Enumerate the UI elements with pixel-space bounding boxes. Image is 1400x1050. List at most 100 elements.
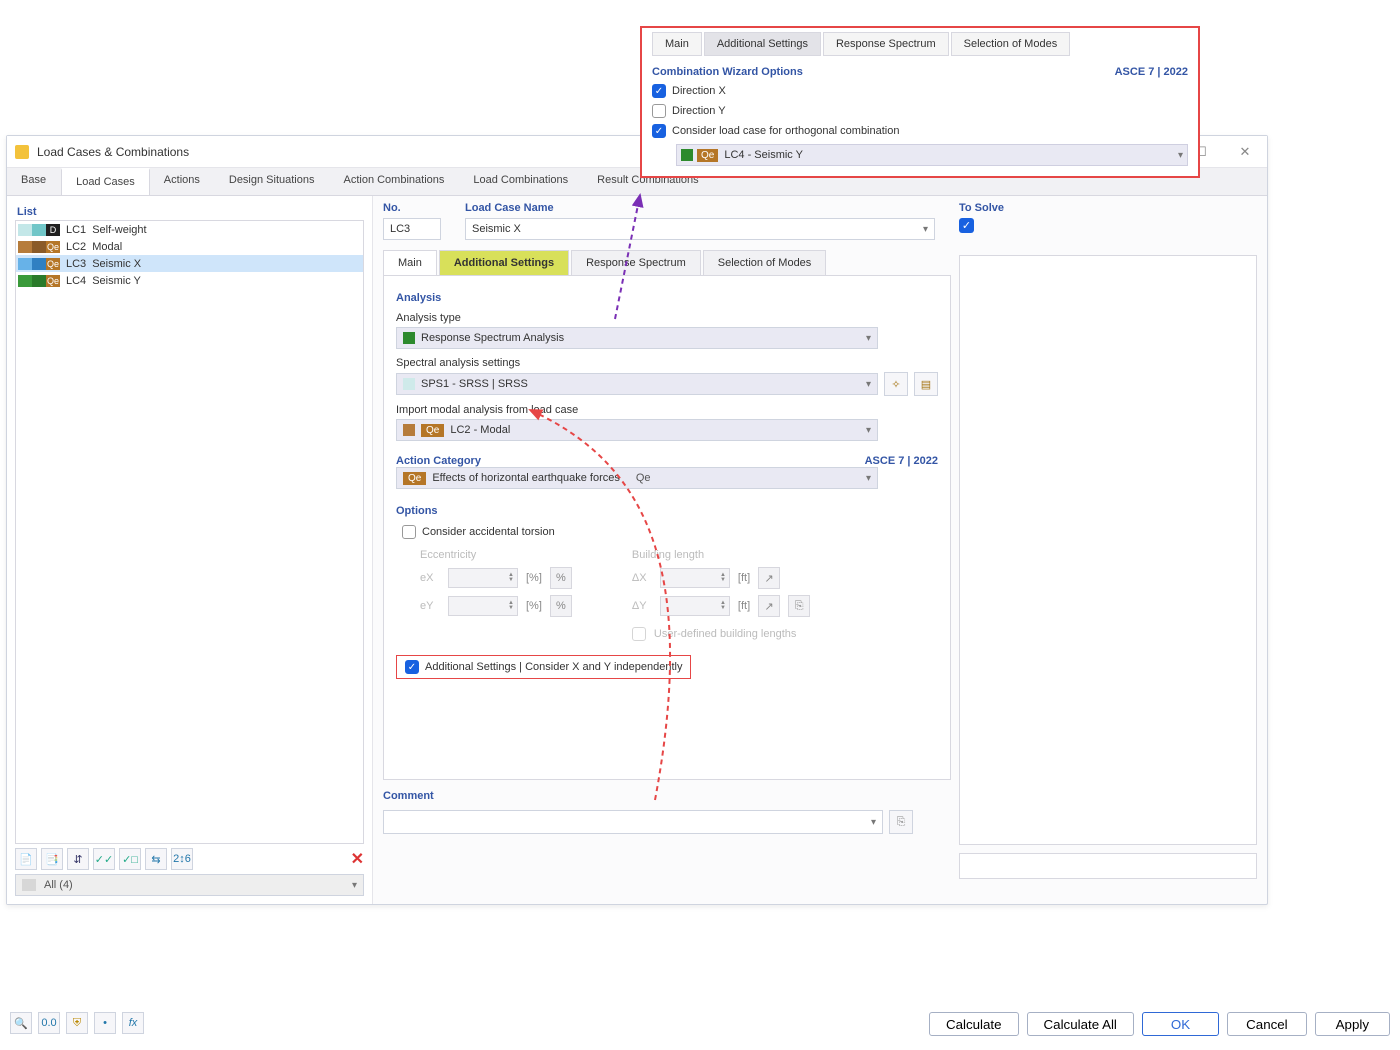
loadcase-list[interactable]: D LC1 Self-weight Qe LC2 Modal Qe LC3 Se…	[15, 220, 364, 844]
window-close-icon[interactable]: ✕	[1231, 144, 1259, 160]
label-building-length: Building length	[632, 549, 810, 561]
inner-tab-response[interactable]: Response Spectrum	[571, 250, 701, 275]
section-comment: Comment	[383, 790, 951, 802]
field-no[interactable]: LC3	[383, 218, 441, 240]
toolbar-uncheck-icon[interactable]: ✓□	[119, 848, 141, 870]
footer-dot-icon[interactable]: •	[94, 1012, 116, 1034]
list-item[interactable]: D LC1 Self-weight	[16, 221, 363, 238]
checkbox-torsion[interactable]	[402, 525, 416, 539]
list-item-id: LC3	[66, 258, 86, 270]
calculate-all-button[interactable]: Calculate All	[1027, 1012, 1134, 1036]
list-item-id: LC1	[66, 224, 86, 236]
toolbar-copy-icon[interactable]: 📑	[41, 848, 63, 870]
comment-edit-icon[interactable]: ⎘	[889, 810, 913, 834]
unit-pct: [%]	[526, 600, 542, 612]
preview-panel	[959, 255, 1257, 845]
label-analysis-type: Analysis type	[396, 312, 938, 324]
chevron-down-icon: ▾	[866, 333, 871, 344]
checkbox-direction-y[interactable]	[652, 104, 666, 118]
tab-action-combinations[interactable]: Action Combinations	[329, 168, 459, 195]
pick-x-icon[interactable]: ↗	[758, 567, 780, 589]
list-item-id: LC2	[66, 241, 86, 253]
label-dx: ΔX	[632, 572, 652, 584]
pick-y-icon[interactable]: ↗	[758, 595, 780, 617]
footer-units-icon[interactable]: 0.0	[38, 1012, 60, 1034]
chevron-down-icon: ▾	[866, 473, 871, 484]
callout-tab-main[interactable]: Main	[652, 32, 702, 56]
highlight-additional-xy: ✓ Additional Settings | Consider X and Y…	[396, 655, 691, 679]
section-options: Options	[396, 505, 938, 517]
chevron-down-icon: ▾	[866, 379, 871, 390]
chevron-down-icon: ▾	[923, 224, 928, 235]
dropdown-analysis-type[interactable]: Response Spectrum Analysis ▾	[396, 327, 878, 349]
input-dy[interactable]: ▲▼	[660, 596, 730, 616]
list-item[interactable]: Qe LC3 Seismic X	[16, 255, 363, 272]
swatch-icon	[403, 378, 415, 390]
percent-icon[interactable]: %	[550, 567, 572, 589]
callout-tab-modes[interactable]: Selection of Modes	[951, 32, 1071, 56]
tab-load-cases[interactable]: Load Cases	[61, 168, 150, 195]
checkbox-direction-x[interactable]: ✓	[652, 84, 666, 98]
label-ey: eY	[420, 600, 440, 612]
inner-tab-modes[interactable]: Selection of Modes	[703, 250, 827, 275]
input-ey[interactable]: ▲▼	[448, 596, 518, 616]
label-spectral: Spectral analysis settings	[396, 357, 938, 369]
unit-ft: [ft]	[738, 600, 750, 612]
inner-tab-main[interactable]: Main	[383, 250, 437, 275]
inner-tab-additional[interactable]: Additional Settings	[439, 250, 569, 275]
copy-lengths-icon[interactable]: ⎘	[788, 595, 810, 617]
label-orthogonal: Consider load case for orthogonal combin…	[672, 125, 899, 137]
callout-tab-additional[interactable]: Additional Settings	[704, 32, 821, 56]
qe-tag: Qe	[403, 472, 426, 485]
checkbox-userdef[interactable]	[632, 627, 646, 641]
toolbar-sort-icon[interactable]: ⇆	[145, 848, 167, 870]
checkbox-orthogonal[interactable]: ✓	[652, 124, 666, 138]
toolbar-new-icon[interactable]: 📄	[15, 848, 37, 870]
checkbox-xy-independent[interactable]: ✓	[405, 660, 419, 674]
checkbox-to-solve[interactable]: ✓	[959, 218, 974, 233]
dropdown-spectral[interactable]: SPS1 - SRSS | SRSS ▾	[396, 373, 878, 395]
callout-tab-response[interactable]: Response Spectrum	[823, 32, 949, 56]
input-dx[interactable]: ▲▼	[660, 568, 730, 588]
filter-dropdown[interactable]: All (4) ▾	[15, 874, 364, 896]
toolbar-check-all-icon[interactable]: ✓✓	[93, 848, 115, 870]
comment-input[interactable]: ▾	[383, 810, 883, 834]
cancel-button[interactable]: Cancel	[1227, 1012, 1307, 1036]
qe-tag: Qe	[697, 149, 718, 162]
list-item-name: Seismic X	[92, 258, 141, 270]
field-name[interactable]: Seismic X ▾	[465, 218, 935, 240]
footer-fx-icon[interactable]: fx	[122, 1012, 144, 1034]
new-spectral-icon[interactable]: ✧	[884, 372, 908, 396]
filter-swatch-icon	[22, 879, 36, 891]
list-item[interactable]: Qe LC2 Modal	[16, 238, 363, 255]
tab-base[interactable]: Base	[7, 168, 61, 195]
footer-search-icon[interactable]: 🔍	[10, 1012, 32, 1034]
label-ex: eX	[420, 572, 440, 584]
percent-icon[interactable]: %	[550, 595, 572, 617]
input-ex[interactable]: ▲▼	[448, 568, 518, 588]
orthogonal-value: LC4 - Seismic Y	[724, 149, 803, 161]
filter-label: All (4)	[44, 879, 73, 891]
toolbar-number-icon[interactable]: ⇵	[67, 848, 89, 870]
footer-standard-icon[interactable]: ⛨	[66, 1012, 88, 1034]
dropdown-action-category[interactable]: Qe Effects of horizontal earthquake forc…	[396, 467, 878, 489]
label-direction-y: Direction Y	[672, 105, 726, 117]
label-xy-independent: Additional Settings | Consider X and Y i…	[425, 661, 682, 673]
tab-design-situations[interactable]: Design Situations	[215, 168, 330, 195]
orthogonal-dropdown[interactable]: Qe LC4 - Seismic Y ▾	[676, 144, 1188, 166]
edit-spectral-icon[interactable]: ▤	[914, 372, 938, 396]
ok-button[interactable]: OK	[1142, 1012, 1219, 1036]
sidebar-header: List	[17, 206, 364, 218]
tab-actions[interactable]: Actions	[150, 168, 215, 195]
calculate-button[interactable]: Calculate	[929, 1012, 1019, 1036]
app-icon	[15, 145, 29, 159]
toolbar-delete-icon[interactable]: ✕	[351, 849, 364, 869]
dropdown-import-modal[interactable]: Qe LC2 - Modal ▾	[396, 419, 878, 441]
apply-button[interactable]: Apply	[1315, 1012, 1390, 1036]
label-userdef: User-defined building lengths	[654, 628, 796, 640]
chevron-down-icon: ▾	[1178, 150, 1183, 161]
swatch-icon	[403, 424, 415, 436]
toolbar-renumber-icon[interactable]: 2↕6	[171, 848, 193, 870]
list-item[interactable]: Qe LC4 Seismic Y	[16, 272, 363, 289]
tab-load-combinations[interactable]: Load Combinations	[459, 168, 583, 195]
